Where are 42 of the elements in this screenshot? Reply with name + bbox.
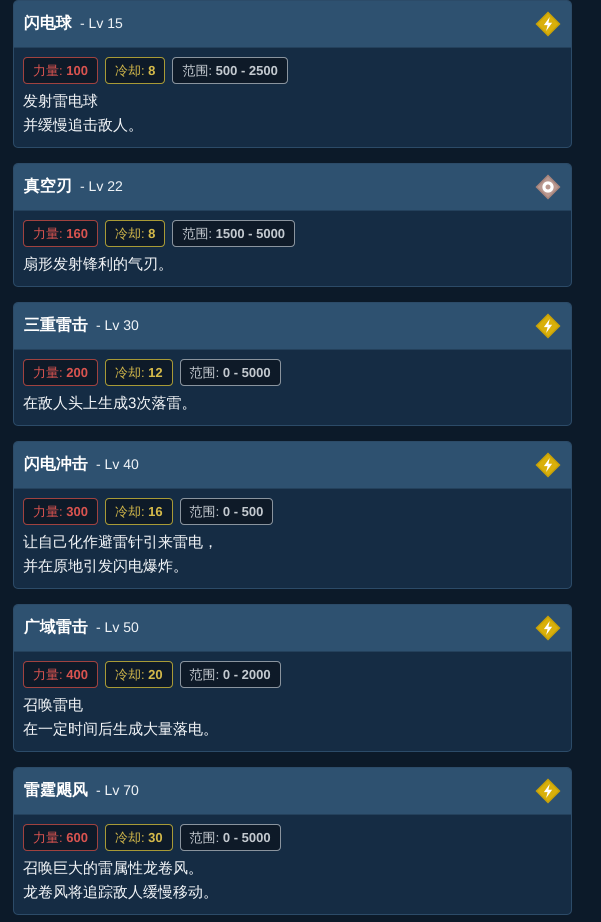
- skill-description: 在敌人头上生成3次落雷。: [23, 394, 198, 414]
- skill-name: 雷霆飓风: [24, 780, 88, 801]
- range-badge: 范围: 0 - 5000: [180, 824, 281, 851]
- skill-description: 召唤雷电 在一定时间后生成大量落电。: [23, 696, 219, 740]
- skill-level: - Lv 50: [96, 618, 139, 637]
- skill-level: - Lv 70: [96, 781, 139, 800]
- power-badge: 力量: 100: [23, 57, 98, 84]
- cooldown-badge: 冷却: 30: [104, 824, 173, 851]
- skill-description: 扇形发射锋利的气刃。: [23, 255, 174, 275]
- range-badge: 范围: 1500 - 5000: [172, 220, 296, 247]
- power-badge: 力量: 600: [23, 824, 98, 851]
- cooldown-badge: 冷却: 20: [104, 661, 173, 688]
- power-badge: 力量: 200: [23, 359, 98, 386]
- skill-level: - Lv 40: [96, 455, 139, 474]
- range-badge: 范围: 500 - 2500: [172, 57, 288, 84]
- cooldown-badge: 冷却: 12: [104, 359, 173, 386]
- range-badge: 范围: 0 - 2000: [180, 661, 281, 688]
- power-badge: 力量: 160: [23, 220, 98, 247]
- lightning-diamond-icon: [535, 615, 561, 641]
- skill-name: 真空刃: [24, 176, 72, 197]
- cooldown-badge: 冷却: 8: [104, 57, 166, 84]
- range-badge: 范围: 0 - 500: [180, 498, 274, 525]
- range-badge: 范围: 0 - 5000: [180, 359, 281, 386]
- skill-level: - Lv 15: [80, 14, 123, 33]
- cooldown-badge: 冷却: 8: [104, 220, 166, 247]
- power-badge: 力量: 300: [23, 498, 98, 525]
- lightning-diamond-icon: [535, 11, 561, 37]
- skill-level: - Lv 22: [80, 177, 123, 196]
- skill-name: 三重雷击: [24, 315, 88, 336]
- skill-level: - Lv 30: [96, 316, 139, 335]
- skill-name: 闪电球: [24, 14, 72, 34]
- skill-name: 广域雷击: [24, 617, 88, 638]
- lightning-diamond-icon: [535, 452, 561, 478]
- lightning-diamond-icon: [535, 313, 561, 339]
- skill-description: 让自己化作避雷针引来雷电， 并在原地引发闪电爆炸。: [23, 533, 219, 577]
- cooldown-badge: 冷却: 16: [104, 498, 173, 525]
- skill-description: 发射雷电球 并缓慢追击敌人。: [23, 92, 144, 136]
- power-badge: 力量: 400: [23, 661, 98, 688]
- skill-name: 闪电冲击: [24, 454, 88, 475]
- lightning-diamond-icon: [535, 778, 561, 804]
- skill-description: 召唤巨大的雷属性龙卷风。 龙卷风将追踪敌人缓慢移动。: [23, 859, 219, 903]
- target-diamond-icon: [535, 174, 561, 200]
